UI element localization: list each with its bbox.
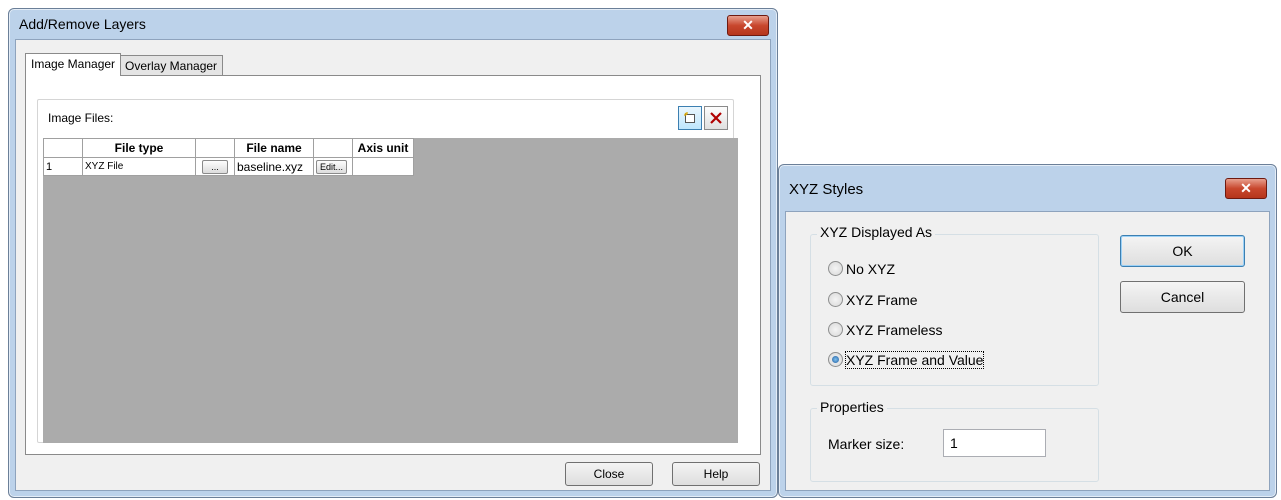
dialog-body: XYZ Displayed As No XYZ XYZ Frame XYZ Fr… [785, 211, 1270, 491]
radio-button-icon [828, 261, 843, 276]
file-name-cell[interactable]: baseline.xyz [234, 157, 314, 176]
close-icon: ✕ [1240, 180, 1252, 196]
title-bar[interactable]: Add/Remove Layers ✕ [9, 9, 777, 37]
browse-cell: ... [195, 157, 235, 176]
radio-xyz-frameless[interactable]: XYZ Frameless [828, 320, 942, 340]
radio-selected-icon [828, 352, 843, 367]
row-index: 1 [43, 157, 83, 176]
edit-cell: Edit... [313, 157, 353, 176]
radio-button-icon [828, 322, 843, 337]
table-row[interactable]: 1 XYZ File ... baseline.xyz Edit... [43, 157, 414, 176]
window-close-button[interactable]: ✕ [727, 15, 769, 36]
window-title: XYZ Styles [789, 181, 864, 198]
cancel-button[interactable]: Cancel [1120, 281, 1245, 313]
files-table: File type File name Axis unit 1 XYZ File… [43, 138, 414, 176]
radio-button-icon [828, 292, 843, 307]
close-button[interactable]: Close [565, 462, 653, 486]
column-header-axis-unit: Axis unit [352, 138, 414, 158]
title-bar[interactable]: XYZ Styles ✕ [779, 165, 1276, 209]
delete-x-icon [710, 112, 722, 124]
radio-no-xyz[interactable]: No XYZ [828, 259, 895, 279]
image-files-grid: File type File name Axis unit 1 XYZ File… [43, 138, 738, 443]
close-icon: ✕ [742, 17, 754, 33]
image-files-label: Image Files: [48, 111, 114, 125]
file-type-cell[interactable]: XYZ File [82, 157, 196, 176]
dialog-body: Image Manager Overlay Manager Image File… [15, 39, 771, 491]
tab-image-manager[interactable]: Image Manager [25, 53, 122, 76]
column-header-edit [313, 138, 353, 158]
axis-unit-cell[interactable] [352, 157, 414, 176]
radio-xyz-frame-and-value[interactable]: XYZ Frame and Value [828, 350, 985, 370]
column-header-file-name: File name [234, 138, 314, 158]
radio-label: No XYZ [846, 261, 896, 277]
column-header-index [43, 138, 83, 158]
tab-overlay-manager[interactable]: Overlay Manager [119, 55, 224, 76]
xyz-styles-window: XYZ Styles ✕ XYZ Displayed As No XYZ XYZ… [778, 164, 1277, 498]
tab-label: Overlay Manager [125, 59, 218, 73]
help-button[interactable]: Help [672, 462, 760, 486]
table-header-row: File type File name Axis unit [43, 138, 414, 158]
radio-label: XYZ Frame and Value [844, 351, 985, 369]
radio-label: XYZ Frameless [846, 322, 943, 338]
column-header-file-type: File type [82, 138, 196, 158]
radio-label: XYZ Frame [846, 292, 918, 308]
new-file-icon [684, 112, 695, 123]
displayed-as-title: XYZ Displayed As [817, 224, 936, 240]
ok-button[interactable]: OK [1120, 235, 1245, 267]
marker-size-label: Marker size: [828, 436, 905, 452]
marker-size-input[interactable] [943, 429, 1046, 457]
browse-button[interactable]: ... [202, 159, 228, 174]
add-remove-layers-window: Add/Remove Layers ✕ Image Manager Overla… [8, 8, 778, 498]
column-header-browse [195, 138, 235, 158]
radio-xyz-frame[interactable]: XYZ Frame [828, 290, 918, 310]
window-close-button[interactable]: ✕ [1225, 178, 1267, 199]
delete-file-button[interactable] [704, 106, 728, 130]
edit-button[interactable]: Edit... [316, 159, 348, 174]
window-title: Add/Remove Layers [19, 16, 146, 32]
tab-label: Image Manager [31, 57, 116, 71]
new-file-button[interactable] [678, 106, 702, 130]
properties-title: Properties [817, 399, 887, 415]
